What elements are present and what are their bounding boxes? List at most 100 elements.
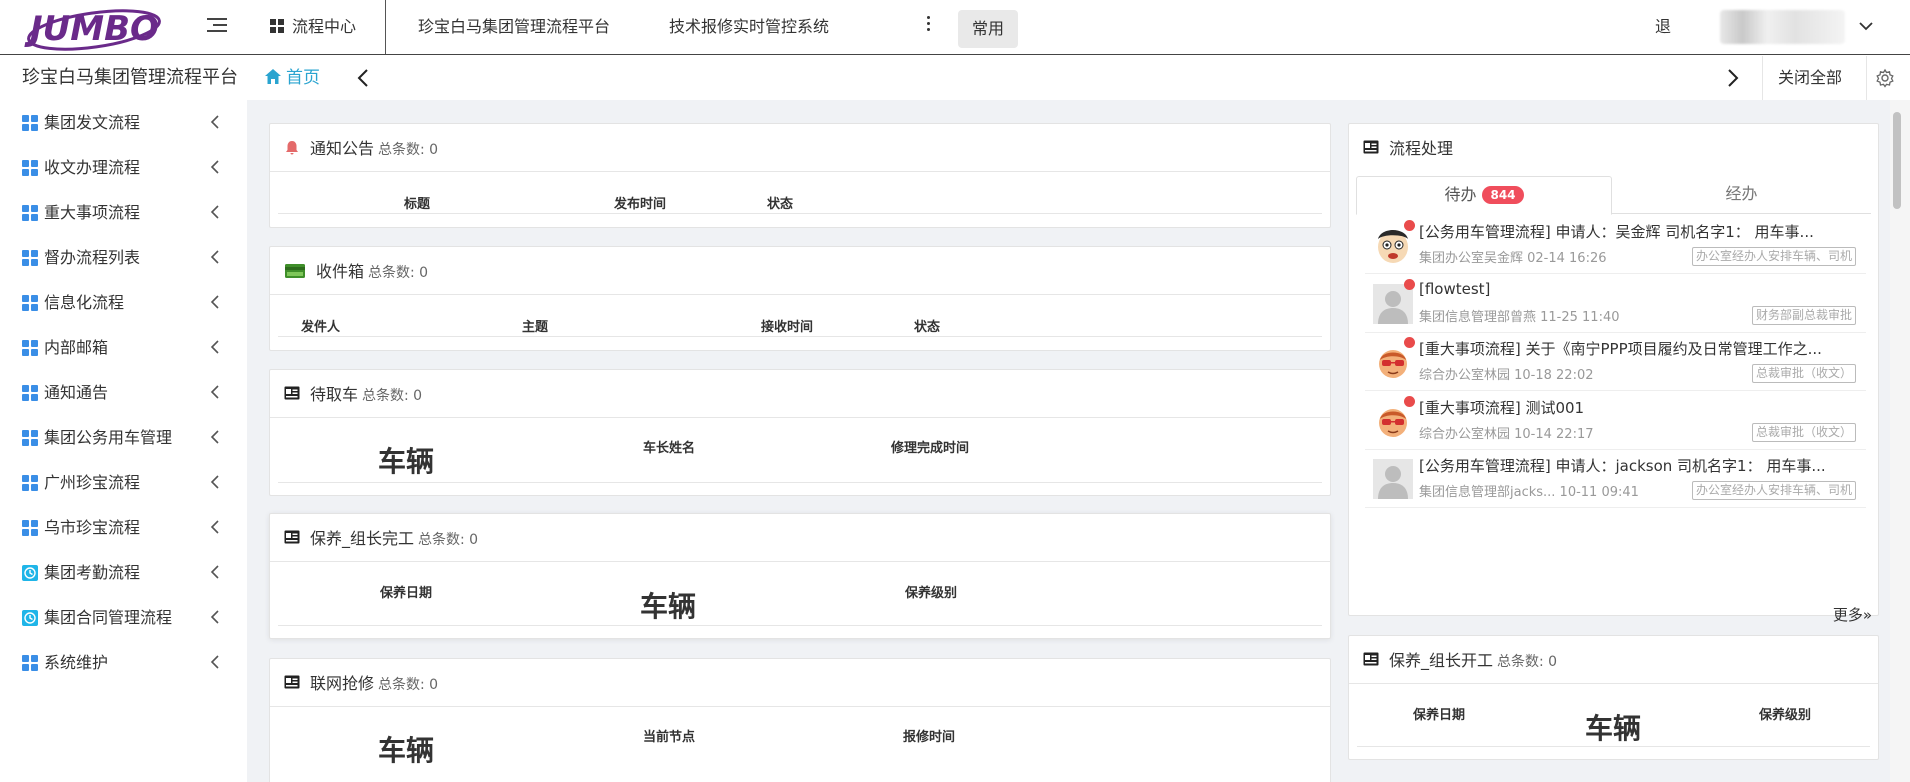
unread-dot	[1404, 220, 1415, 231]
chevron-left-icon	[210, 385, 219, 399]
sidebar-item[interactable]: 系统维护	[0, 640, 240, 685]
divider	[1762, 56, 1763, 100]
nav-repair-system[interactable]: 技术报修实时管控系统	[669, 0, 829, 54]
jumbo-logo[interactable]: JUMBO	[14, 4, 164, 52]
platform-title: 珍宝白马集团管理流程平台	[22, 67, 238, 88]
id-card-icon	[284, 530, 300, 544]
task-meta: 集团信息管理部曾燕 11-25 11:40	[1419, 309, 1620, 325]
col-header-report-time: 报修时间	[903, 730, 956, 745]
sidebar-item[interactable]: 广州珍宝流程	[0, 460, 240, 505]
panel-title: 收件箱	[316, 262, 365, 281]
sidebar-item-label: 重大事项流程	[44, 203, 141, 222]
col-header-status: 状态	[767, 197, 794, 212]
task-item[interactable]: [flowtest] 集团信息管理部曾燕 11-25 11:40 财务部副总裁审批	[1365, 275, 1866, 333]
sidebar-item[interactable]: 收文办理流程	[0, 145, 240, 190]
task-item[interactable]: [公务用车管理流程] 申请人：jackson 司机名字1： 用车事... 集团信息…	[1365, 450, 1866, 508]
gear-icon[interactable]	[1875, 68, 1895, 88]
sidebar-item[interactable]: 内部邮箱	[0, 325, 240, 370]
task-item[interactable]: [重大事项流程] 关于《南宁PPP项目履约及日常管理工作之... 综合办公室林园 …	[1365, 333, 1866, 391]
total-count: 总条数: 0	[1497, 654, 1558, 670]
clock-icon	[22, 565, 38, 581]
sidebar-item[interactable]: 集团发文流程	[0, 100, 240, 145]
grid-icon	[22, 160, 38, 176]
panel-header: 联网抢修 总条数: 0	[270, 659, 1330, 707]
chevron-left-icon	[210, 115, 219, 129]
svg-text:JUMBO: JUMBO	[24, 9, 159, 49]
chevron-left-icon[interactable]	[356, 68, 370, 88]
task-title[interactable]: [重大事项流程] 关于《南宁PPP项目履约及日常管理工作之...	[1419, 338, 1864, 359]
total-count: 总条数: 0	[368, 265, 429, 281]
task-node-tag: 办公室经办人安排车辆、司机	[1691, 247, 1856, 266]
wallet-icon	[285, 264, 305, 278]
task-title[interactable]: [公务用车管理流程] 申请人：jackson 司机名字1： 用车事...	[1419, 455, 1864, 476]
col-header-receive-time: 接收时间	[761, 320, 814, 335]
chevron-left-icon	[210, 430, 219, 444]
chevron-down-icon[interactable]	[1858, 18, 1874, 34]
logout-link[interactable]: 退	[1655, 0, 1671, 54]
task-title[interactable]: [flowtest]	[1419, 280, 1864, 298]
col-header-vehicle: 车辆	[640, 590, 697, 623]
tab-handled[interactable]: 经办	[1612, 176, 1871, 214]
task-meta: 集团信息管理部jacks... 10-11 09:41	[1419, 485, 1639, 500]
process-tabs: 待办 844 经办	[1356, 176, 1871, 215]
total-count: 总条数: 0	[378, 677, 439, 693]
grid-icon	[22, 295, 38, 311]
notice-panel: 通知公告 总条数: 0 标题 发布时间 状态	[269, 123, 1331, 228]
chevron-left-icon	[210, 565, 219, 579]
row-divider	[278, 625, 1322, 626]
more-vertical-icon[interactable]	[925, 16, 931, 36]
chevron-left-icon	[210, 205, 219, 219]
task-meta: 综合办公室林园 10-18 22:02	[1419, 368, 1594, 383]
sidebar-item[interactable]: 通知通告	[0, 370, 240, 415]
col-header-maint-level: 保养级别	[1759, 708, 1812, 723]
panel-header: 收件箱 总条数: 0	[270, 247, 1330, 295]
sidebar-item[interactable]: 集团公务用车管理	[0, 415, 240, 460]
id-card-icon	[1363, 652, 1379, 666]
sidebar-item-label: 督办流程列表	[44, 248, 141, 267]
sidebar-item[interactable]: 督办流程列表	[0, 235, 240, 280]
task-item[interactable]: [公务用车管理流程] 申请人：吴金辉 司机名字1： 用车事... 集团办公室吴金辉…	[1365, 216, 1866, 274]
tab-todo[interactable]: 待办 844	[1356, 176, 1612, 215]
default-user-avatar	[1373, 283, 1413, 324]
nav-platform[interactable]: 珍宝白马集团管理流程平台	[418, 0, 610, 54]
sidebar-item-label: 通知通告	[44, 383, 109, 402]
chevron-right-icon[interactable]	[1726, 68, 1740, 88]
total-count: 总条数: 0	[378, 142, 439, 158]
row-divider	[1357, 746, 1870, 747]
bell-icon	[286, 141, 298, 155]
sidebar-item[interactable]: 集团合同管理流程	[0, 595, 240, 640]
divider	[1866, 56, 1867, 100]
task-title[interactable]: [公务用车管理流程] 申请人：吴金辉 司机名字1： 用车事...	[1419, 221, 1864, 242]
sidebar-item[interactable]: 乌市珍宝流程	[0, 505, 240, 550]
clock-icon	[22, 610, 38, 626]
grid-icon	[22, 205, 38, 221]
panel-title: 保养_组长完工	[310, 529, 415, 548]
menu-toggle-icon[interactable]	[207, 18, 229, 38]
panel-title: 保养_组长开工	[1389, 651, 1494, 670]
task-node-tag: 办公室经办人安排车辆、司机	[1691, 481, 1856, 500]
id-card-icon	[284, 386, 300, 400]
task-meta: 综合办公室林园 10-14 22:17	[1419, 426, 1594, 442]
sidebar-item[interactable]: 信息化流程	[0, 280, 240, 325]
common-button[interactable]: 常用	[958, 10, 1018, 48]
cartoon-face-avatar	[1378, 230, 1408, 263]
user-info-blurred[interactable]	[1720, 10, 1845, 44]
col-header-subject: 主题	[522, 320, 549, 335]
sidebar-item[interactable]: 重大事项流程	[0, 190, 240, 235]
chevron-left-icon	[210, 250, 219, 264]
total-count: 总条数: 0	[418, 532, 479, 548]
close-all-button[interactable]: 关闭全部	[1778, 56, 1842, 100]
sidebar-item-label: 集团发文流程	[44, 113, 141, 132]
more-link[interactable]: 更多»	[1833, 604, 1872, 625]
tab-home[interactable]: 首页	[264, 56, 320, 100]
sidebar-item[interactable]: 集团考勤流程	[0, 550, 240, 595]
sidebar-item-label: 内部邮箱	[44, 338, 109, 357]
task-title[interactable]: [重大事项流程] 测试001	[1419, 397, 1864, 418]
scrollbar-thumb[interactable]	[1893, 112, 1901, 209]
task-item[interactable]: [重大事项流程] 测试001 综合办公室林园 10-14 22:17 总裁审批（收文…	[1365, 392, 1866, 450]
row-divider	[278, 213, 1322, 214]
nav-flow-center[interactable]: 流程中心	[270, 0, 356, 54]
grid-icon	[22, 430, 38, 446]
chevron-left-icon	[210, 610, 219, 624]
unread-dot	[1404, 395, 1415, 407]
